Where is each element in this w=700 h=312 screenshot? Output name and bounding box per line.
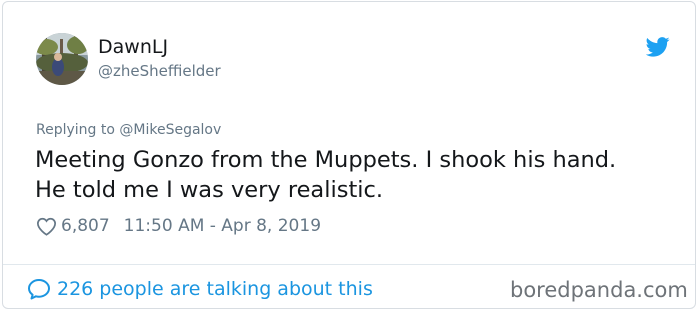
conversation-link[interactable]: 226 people are talking about this xyxy=(27,277,373,301)
tweet-timestamp[interactable]: 11:50 AM - Apr 8, 2019 xyxy=(124,216,321,236)
avatar-photo xyxy=(36,33,88,85)
replying-to[interactable]: Replying to @MikeSegalov xyxy=(36,122,221,139)
speech-bubble-icon xyxy=(28,279,50,300)
author-display-name[interactable]: DawnLJ xyxy=(98,36,168,58)
tweet-meta: 6,807 11:50 AM - Apr 8, 2019 xyxy=(36,214,321,238)
author-handle[interactable]: @zheSheffielder xyxy=(98,62,221,80)
conversation-link-label: 226 people are talking about this xyxy=(57,278,373,300)
avatar[interactable] xyxy=(36,33,88,85)
tweet-text-line: He told me I was very realistic. xyxy=(35,177,384,203)
twitter-bird-icon[interactable] xyxy=(646,37,670,57)
heart-icon[interactable] xyxy=(36,217,57,236)
watermark: boredpanda.com xyxy=(510,278,688,302)
divider xyxy=(3,264,695,265)
like-count[interactable]: 6,807 xyxy=(61,216,110,236)
tweet-text-line: Meeting Gonzo from the Muppets. I shook … xyxy=(35,147,617,173)
tweet-card: DawnLJ @zheSheffielder Replying to @Mike… xyxy=(2,1,696,309)
tweet-text: Meeting Gonzo from the Muppets. I shook … xyxy=(35,145,685,205)
